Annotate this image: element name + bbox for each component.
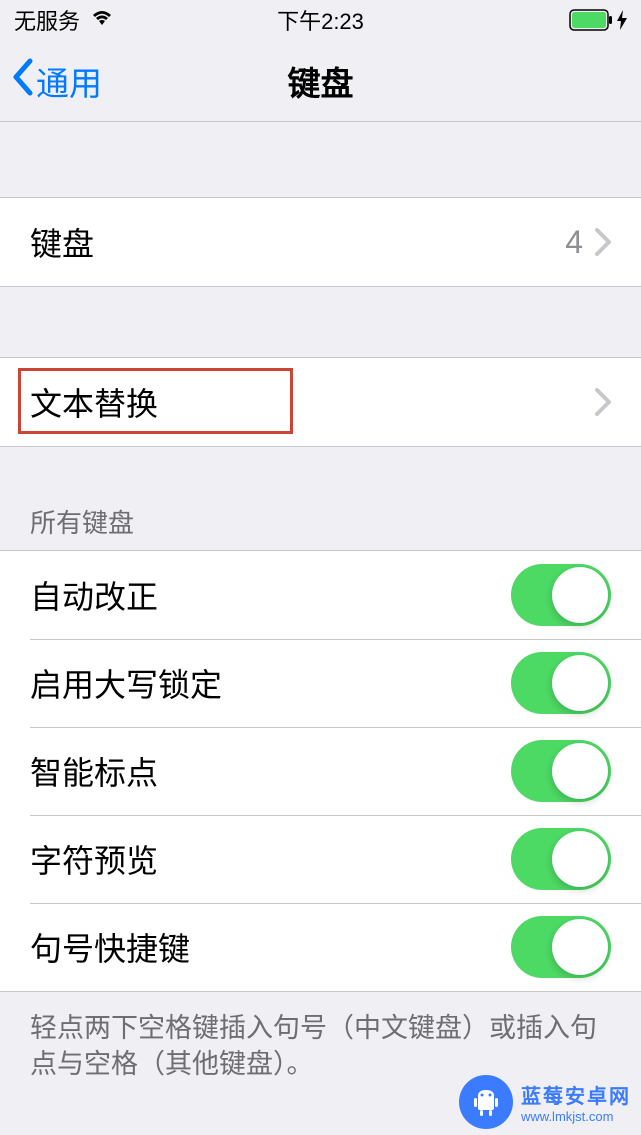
status-right [569,9,627,31]
cell-label: 字符预览 [30,836,511,882]
carrier-text: 无服务 [14,4,80,36]
back-button[interactable]: 通用 [0,57,102,105]
section-gap [0,122,641,197]
watermark-logo-icon [459,1075,513,1129]
chevron-left-icon [10,57,36,105]
toggle-switch[interactable] [511,828,611,890]
toggle-period-shortcut: 句号快捷键 [0,903,641,991]
watermark-text: 蓝莓安卓网 www.lmkjst.com [521,1080,631,1124]
watermark-title: 蓝莓安卓网 [521,1080,631,1109]
nav-bar: 通用 键盘 [0,40,641,122]
text-replace-cell[interactable]: 文本替换 [0,358,641,446]
cell-label: 键盘 [30,219,565,265]
keyboards-cell[interactable]: 键盘 4 [0,198,641,286]
chevron-right-icon [595,388,611,416]
toggle-knob [552,831,608,887]
toggle-switch[interactable] [511,564,611,626]
toggle-char-preview: 字符预览 [0,815,641,903]
section-gap [0,287,641,357]
battery-icon [569,9,627,31]
toggle-auto-correct: 自动改正 [0,551,641,639]
nav-title: 键盘 [288,57,354,105]
back-label: 通用 [36,57,102,105]
cell-label: 文本替换 [30,379,595,425]
toggle-switch[interactable] [511,652,611,714]
toggle-switch[interactable] [511,916,611,978]
keyboards-group: 键盘 4 [0,197,641,287]
status-bar: 无服务 下午2:23 [0,0,641,40]
wifi-icon [90,7,114,33]
cell-value: 4 [565,224,583,261]
toggle-knob [552,655,608,711]
watermark: 蓝莓安卓网 www.lmkjst.com [459,1075,631,1129]
section-header-all-keyboards: 所有键盘 [0,447,641,550]
watermark-url: www.lmkjst.com [521,1109,613,1124]
status-time: 下午2:23 [277,4,364,36]
toggle-knob [552,743,608,799]
toggles-group: 自动改正 启用大写锁定 智能标点 字符预览 句号快捷键 [0,550,641,992]
cell-label: 智能标点 [30,748,511,794]
toggle-knob [552,567,608,623]
status-left: 无服务 [14,4,114,36]
text-replace-group: 文本替换 [0,357,641,447]
toggle-caps-lock: 启用大写锁定 [0,639,641,727]
toggle-smart-punctuation: 智能标点 [0,727,641,815]
cell-label: 句号快捷键 [30,924,511,970]
cell-label: 自动改正 [30,572,511,618]
toggle-switch[interactable] [511,740,611,802]
chevron-right-icon [595,228,611,256]
toggle-knob [552,919,608,975]
cell-label: 启用大写锁定 [30,660,511,706]
